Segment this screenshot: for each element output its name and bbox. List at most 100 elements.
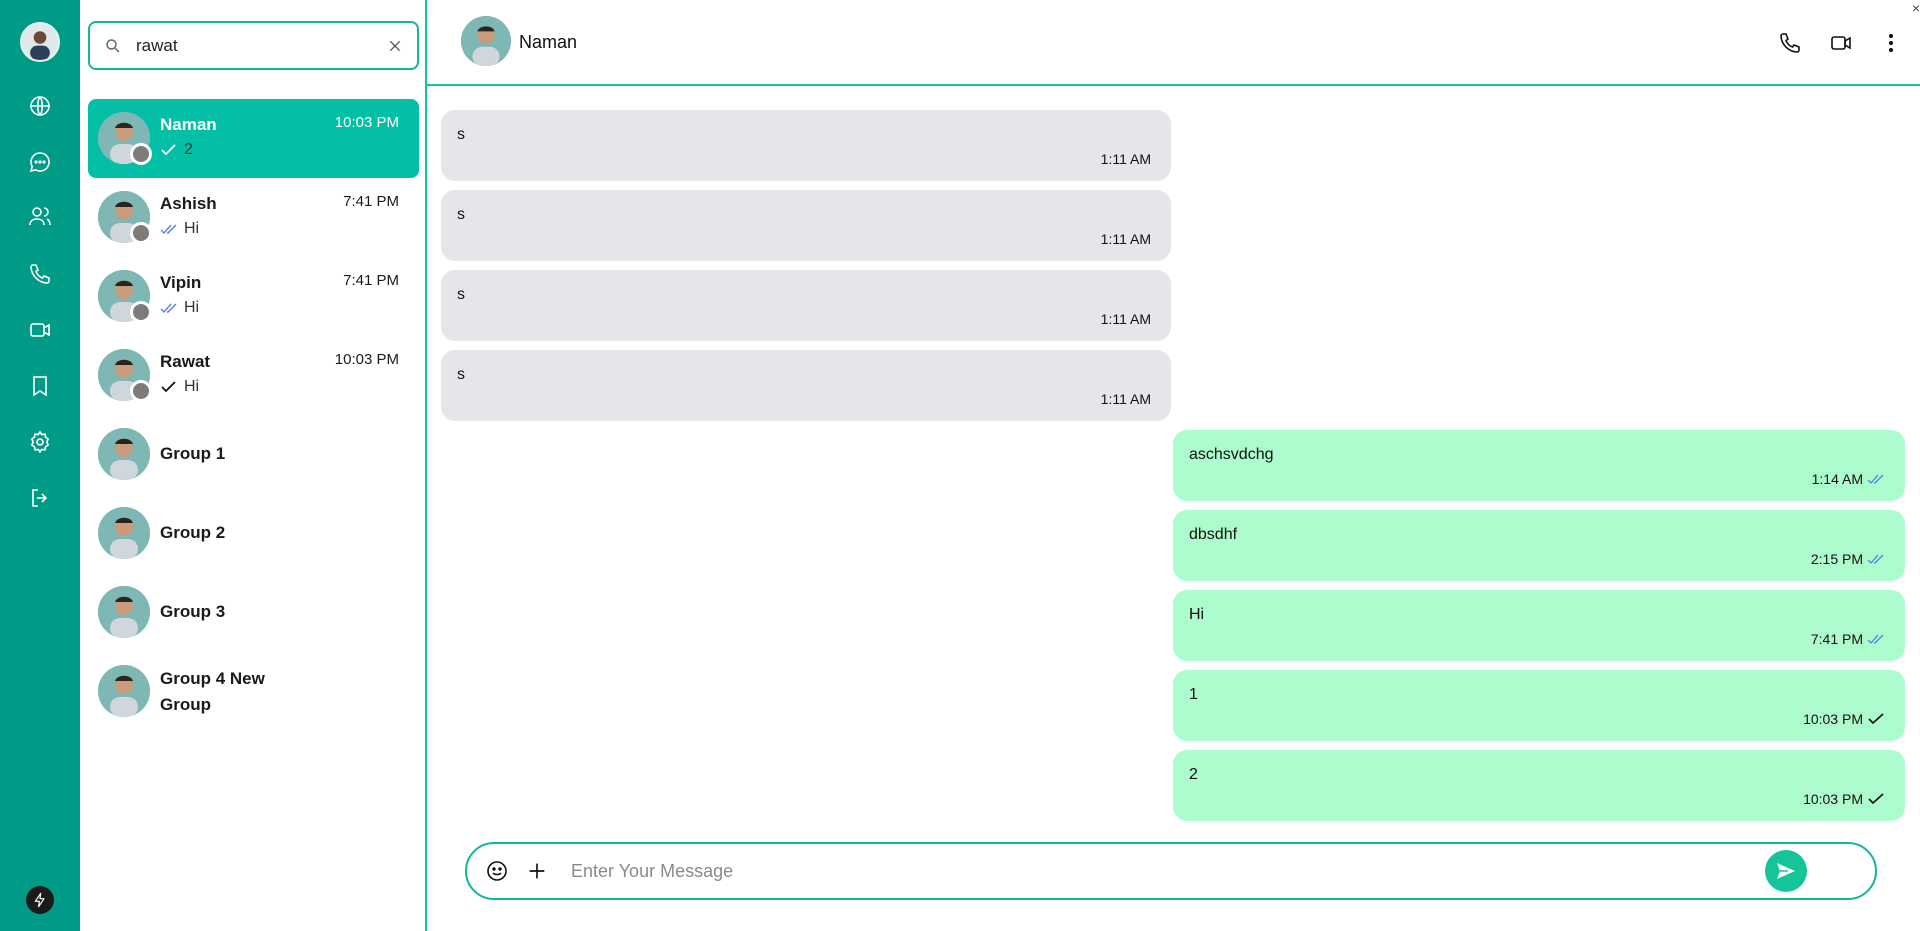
video-icon[interactable] — [24, 314, 56, 346]
chat-name: Group 3 — [160, 602, 226, 621]
chat-preview: Hi — [160, 378, 199, 396]
chat-item-group-3[interactable]: Group 3 — [88, 573, 419, 652]
message-meta: 10:03 PM — [1803, 711, 1885, 727]
message-time: 1:11 AM — [1100, 231, 1151, 247]
message-meta: 7:41 PM — [1811, 631, 1885, 647]
phone-icon[interactable] — [24, 258, 56, 290]
message-bubble: Hi 7:41 PM — [1173, 590, 1905, 661]
single-tick-icon — [161, 144, 176, 156]
chat-name: Rawat — [160, 352, 211, 371]
contact-avatar[interactable] — [461, 16, 511, 66]
message-text: Hi — [1189, 606, 1205, 623]
message-meta: 1:11 AM — [1101, 231, 1151, 247]
chat-preview-text: Hi — [184, 378, 200, 395]
chat-time: 10:03 PM — [334, 114, 399, 131]
double-tick-icon — [160, 224, 177, 235]
message-bubble: s 1:11 AM — [441, 350, 1171, 421]
chat-item-group-1[interactable]: Group 1 — [88, 415, 419, 494]
globe-icon[interactable] — [24, 90, 56, 122]
double-tick-icon — [1867, 474, 1884, 484]
emoji-icon — [487, 861, 507, 881]
chat-item-group-4[interactable]: Group 4 New Group — [88, 652, 419, 731]
logout-icon[interactable] — [24, 482, 56, 514]
single-tick-icon — [1868, 793, 1884, 805]
chat-name: Ashish — [160, 194, 217, 213]
chat-time: 7:41 PM — [343, 272, 399, 289]
message-bubble: s 1:11 AM — [441, 270, 1171, 341]
message-bubble: s 1:11 AM — [441, 190, 1171, 261]
message-time: 1:11 AM — [1100, 391, 1151, 407]
attach-button[interactable] — [523, 857, 551, 885]
bookmark-icon[interactable] — [24, 370, 56, 402]
chat-preview: Hi — [160, 220, 199, 238]
message-bubble: aschsvdchg 1:14 AM — [1173, 430, 1905, 501]
chat-preview-text: Hi — [184, 299, 200, 316]
bolt-icon[interactable] — [26, 886, 54, 914]
single-tick-icon — [1868, 713, 1884, 725]
chat-item-group-2[interactable]: Group 2 — [88, 494, 419, 573]
message-bubble: 2 10:03 PM — [1173, 750, 1905, 821]
chat-name: Vipin — [160, 273, 202, 292]
send-icon — [1777, 863, 1795, 879]
message-input[interactable] — [571, 860, 1765, 882]
phone-icon — [1780, 33, 1800, 53]
chat-item-ashish[interactable]: Ashish 7:41 PM Hi — [88, 178, 419, 257]
message-time: 1:14 AM — [1811, 471, 1863, 487]
contact-name[interactable]: Naman — [519, 32, 577, 53]
message-time: 10:03 PM — [1803, 791, 1863, 807]
video-call-button[interactable] — [1826, 28, 1856, 58]
search-icon — [106, 38, 120, 53]
message-list: s 1:11 AM s 1:11 AM s 1:11 AM s 1:11 AM … — [427, 88, 1920, 830]
search-input[interactable] — [136, 35, 387, 56]
message-text: aschsvdchg — [1189, 446, 1274, 463]
users-icon[interactable] — [24, 200, 56, 232]
chat-preview-text: 2 — [184, 141, 193, 158]
profile-avatar[interactable] — [20, 22, 60, 62]
message-time: 1:11 AM — [1100, 311, 1151, 327]
chat-item-vipin[interactable]: Vipin 7:41 PM Hi — [88, 257, 419, 336]
voice-call-button[interactable] — [1775, 28, 1805, 58]
search-box — [88, 21, 419, 70]
status-dot — [130, 301, 152, 323]
chat-header: Naman × — [427, 0, 1920, 86]
chat-name: Naman — [160, 115, 217, 134]
chat-sidebar: Naman 10:03 PM 2 Ashish 7:41 PM Hi — [80, 0, 427, 931]
avatar — [98, 428, 150, 480]
plus-icon — [529, 863, 545, 879]
more-options-button[interactable] — [1876, 28, 1906, 58]
message-text: 2 — [1189, 766, 1198, 783]
avatar — [98, 586, 150, 638]
chat-icon[interactable] — [24, 146, 56, 178]
message-time: 7:41 PM — [1810, 631, 1863, 647]
chat-preview: 2 — [160, 141, 193, 159]
message-text: 1 — [1189, 686, 1198, 703]
double-tick-icon — [160, 303, 177, 314]
chat-time: 10:03 PM — [334, 351, 399, 368]
double-tick-icon — [1867, 554, 1884, 564]
message-time: 2:15 PM — [1810, 551, 1863, 567]
status-dot — [130, 222, 152, 244]
clear-search-icon[interactable] — [387, 38, 403, 54]
chat-name: Group 2 — [160, 523, 226, 542]
chat-time: 7:41 PM — [343, 193, 399, 210]
message-text: dbsdhf — [1189, 526, 1238, 543]
message-meta: 10:03 PM — [1803, 791, 1885, 807]
close-icon[interactable]: × — [1912, 0, 1920, 16]
message-text: s — [457, 366, 465, 383]
chat-item-rawat[interactable]: Rawat 10:03 PM Hi — [88, 336, 419, 415]
more-vertical-icon — [1889, 34, 1893, 52]
emoji-button[interactable] — [483, 857, 511, 885]
app-root: Naman 10:03 PM 2 Ashish 7:41 PM Hi — [0, 0, 1920, 931]
message-meta: 1:11 AM — [1101, 391, 1151, 407]
message-meta: 1:11 AM — [1101, 151, 1151, 167]
avatar — [98, 665, 150, 717]
avatar — [98, 507, 150, 559]
chat-item-naman[interactable]: Naman 10:03 PM 2 — [88, 99, 419, 178]
message-bubble: s 1:11 AM — [441, 110, 1171, 181]
single-tick-icon — [161, 381, 176, 393]
send-button[interactable] — [1765, 850, 1807, 892]
message-meta: 2:15 PM — [1811, 551, 1885, 567]
chat-name: Group 4 New Group — [160, 669, 265, 714]
message-meta: 1:14 AM — [1812, 471, 1885, 487]
settings-icon[interactable] — [24, 426, 56, 458]
